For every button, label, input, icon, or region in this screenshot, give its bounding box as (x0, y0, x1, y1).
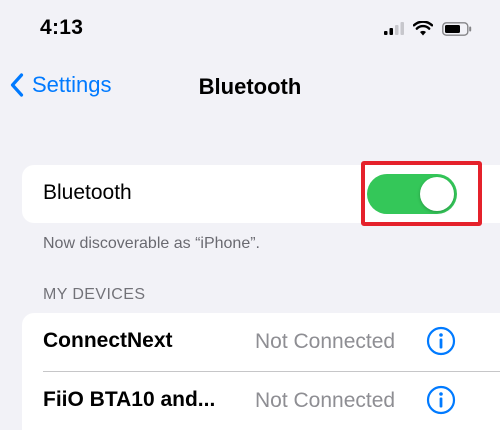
page-title: Bluetooth (198, 74, 302, 99)
status-time: 4:13 (40, 16, 84, 39)
bluetooth-row-label: Bluetooth (43, 181, 132, 204)
info-icon[interactable] (426, 385, 456, 415)
highlight-annotation-box (361, 161, 482, 226)
wifi-icon (413, 21, 433, 36)
discoverable-text: Now discoverable as “iPhone”. (43, 235, 260, 252)
devices-list: ConnectNext Not Connected FiiO BTA10 and… (22, 313, 500, 430)
device-name: ConnectNext (43, 329, 173, 352)
device-row[interactable]: FiiO BTA10 and... Not Connected (22, 372, 500, 430)
device-row[interactable]: ConnectNext Not Connected (22, 313, 500, 372)
navigation-bar: Settings Bluetooth (0, 62, 500, 114)
my-devices-header: MY DEVICES (43, 286, 146, 303)
info-icon[interactable] (426, 326, 456, 356)
device-status: Not Connected (255, 330, 396, 353)
device-name: FiiO BTA10 and... (43, 388, 216, 411)
status-bar: 4:13 (0, 0, 500, 56)
device-status: Not Connected (255, 389, 396, 412)
cellular-signal-icon (384, 22, 404, 35)
status-icons (384, 21, 472, 36)
battery-icon (442, 21, 472, 36)
